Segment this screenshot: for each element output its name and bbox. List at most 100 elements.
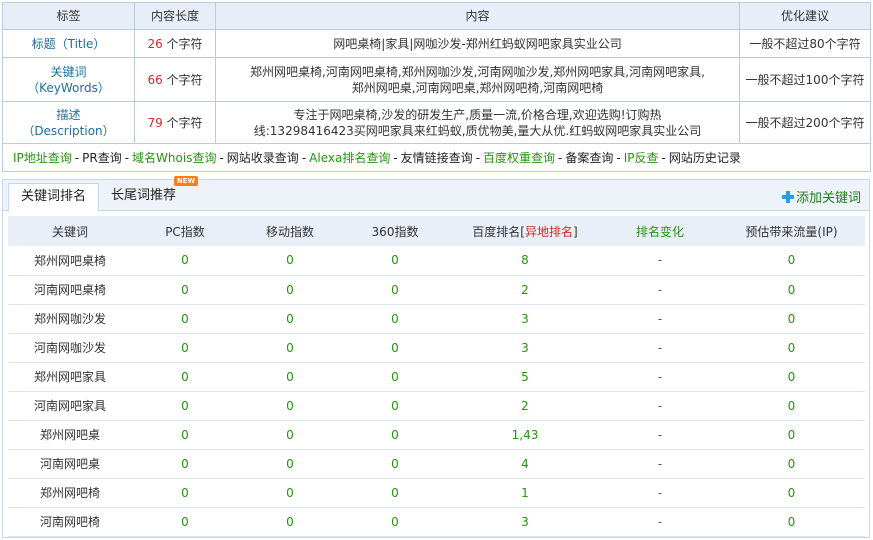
baidu-rank-cell: 1 <box>448 478 602 508</box>
query-link[interactable]: Alexa排名查询 <box>309 151 390 165</box>
col-pc-index: PC指数 <box>132 216 238 246</box>
col-360-index: 360指数 <box>342 216 448 246</box>
index-360-cell: 0 <box>342 246 448 276</box>
ranking-header-row: 关键词 PC指数 移动指数 360指数 百度排名[异地排名] 排名变化 预估带来… <box>8 216 865 246</box>
baidu-rank-cell: 2 <box>448 391 602 421</box>
table-row: 河南网吧桌椅 0 0 0 2-0 <box>8 275 865 305</box>
index-360-cell: 0 <box>342 304 448 334</box>
keyword-panel: 关键词排名 长尾词推荐 NEW 添加关键词 关键词 PC指数 移动指数 360指… <box>2 176 870 538</box>
link-separator: - <box>301 150 307 165</box>
query-link[interactable]: 百度权重查询 <box>483 151 555 165</box>
link-separator: - <box>661 150 666 165</box>
keywords-advice: 一般不超过100个字符 <box>739 57 871 102</box>
keyword-cell: 郑州网吧椅 <box>8 478 132 508</box>
query-link[interactable]: IP地址查询 <box>13 151 72 165</box>
description-label: 描述 （Description） <box>2 101 135 144</box>
pc-index-cell: 0 <box>132 333 238 363</box>
traffic-cell: 0 <box>718 333 865 363</box>
keyword-cell: 河南网吧椅 <box>8 507 132 537</box>
query-links: IP地址查询 - PR查询 - 域名Whois查询 - 网站收录查询 - Alexa排名查询 - 友… <box>2 143 871 172</box>
keywords-content-line1: 郑州网吧桌椅,河南网吧桌椅,郑州网咖沙发,河南网咖沙发,郑州网吧家具,河南网吧家… <box>250 64 705 79</box>
rank-change-cell: - <box>602 246 718 276</box>
title-length-value: 26 <box>147 36 163 51</box>
query-link[interactable]: 网站历史记录 <box>669 151 741 165</box>
traffic-cell: 0 <box>718 362 865 392</box>
table-row: 郑州网吧桌 0 0 0 1,43-0 <box>8 420 865 450</box>
pc-index-cell: 0 <box>132 420 238 450</box>
pc-index-cell: 0 <box>132 507 238 537</box>
table-row: 郑州网吧椅 0 0 0 1-0 <box>8 478 865 508</box>
pc-index-cell: 0 <box>132 478 238 508</box>
rank-change-cell: - <box>602 478 718 508</box>
link-separator: - <box>393 150 398 165</box>
pc-index-cell: 0 <box>132 362 238 392</box>
keyword-cell: 河南网吧家具 <box>8 391 132 421</box>
header-label: 标签 <box>2 2 135 30</box>
mobile-index-cell: 0 <box>238 333 342 363</box>
query-link[interactable]: 网站收录查询 <box>227 151 299 165</box>
keywords-label: 关键词 （KeyWords） <box>2 57 135 102</box>
baidu-rank-prefix: 百度排名[ <box>472 224 525 239</box>
meta-row-description: 描述 （Description） 79 个字符 专注于网吧桌椅,沙发的研发生产,… <box>2 101 871 144</box>
add-keyword-button[interactable]: 添加关键词 <box>781 187 861 206</box>
tab-keyword-ranking[interactable]: 关键词排名 <box>8 183 100 212</box>
index-360-cell: 0 <box>342 478 448 508</box>
keyword-cell: 郑州网吧桌 <box>8 420 132 450</box>
rank-change-link[interactable]: 排名变化 <box>636 225 684 239</box>
description-advice: 一般不超过200个字符 <box>739 101 871 144</box>
title-label: 标题（Title） <box>2 29 135 58</box>
description-label-line1: 描述 <box>56 107 81 122</box>
plus-icon <box>781 191 794 203</box>
keyword-cell: 河南网吧桌 <box>8 449 132 479</box>
traffic-cell: 0 <box>718 304 865 334</box>
table-row: 河南网吧桌 0 0 0 4-0 <box>8 449 865 479</box>
query-link[interactable]: PR查询 <box>82 151 122 165</box>
keywords-content-line2: 郑州网吧桌,河南网吧桌,郑州网吧椅,河南网吧椅 <box>351 80 604 95</box>
traffic-cell: 0 <box>718 507 865 537</box>
header-length: 内容长度 <box>134 2 216 30</box>
link-separator: - <box>558 150 563 165</box>
rank-change-cell: - <box>602 420 718 450</box>
tab-bar: 关键词排名 长尾词推荐 NEW 添加关键词 <box>3 176 869 212</box>
remote-rank-link[interactable]: 异地排名 <box>525 225 573 239</box>
rank-change-cell: - <box>602 275 718 305</box>
mobile-index-cell: 0 <box>238 478 342 508</box>
meta-row-title: 标题（Title） 26 个字符 网吧桌椅|家具|网咖沙发-郑州红蚂蚁网吧家具实… <box>2 29 871 58</box>
mobile-index-cell: 0 <box>238 449 342 479</box>
query-link[interactable]: 备案查询 <box>565 151 613 165</box>
index-360-cell: 0 <box>342 275 448 305</box>
meta-row-keywords: 关键词 （KeyWords） 66 个字符 郑州网吧桌椅,河南网吧桌椅,郑州网咖… <box>2 57 871 102</box>
baidu-rank-cell: 3 <box>448 507 602 537</box>
traffic-cell: 0 <box>718 478 865 508</box>
traffic-cell: 0 <box>718 275 865 305</box>
traffic-cell: 0 <box>718 391 865 421</box>
query-link[interactable]: 域名Whois查询 <box>132 151 216 165</box>
rank-change-cell: - <box>602 304 718 334</box>
pc-index-cell: 0 <box>132 246 238 276</box>
keyword-cell: 河南网吧桌椅 <box>8 275 132 305</box>
baidu-rank-cell: 2 <box>448 275 602 305</box>
keywords-length-unit: 个字符 <box>166 72 203 87</box>
query-link[interactable]: 友情链接查询 <box>401 151 473 165</box>
baidu-rank-cell: 3 <box>448 333 602 363</box>
col-keyword: 关键词 <box>8 216 132 246</box>
table-row: 河南网吧椅 0 0 0 3-0 <box>8 507 865 537</box>
tab-longtail[interactable]: 长尾词推荐 <box>99 183 188 211</box>
keywords-label-line1: 关键词 <box>50 64 87 79</box>
traffic-cell: 0 <box>718 449 865 479</box>
index-360-cell: 0 <box>342 420 448 450</box>
table-row: 郑州网咖沙发 0 0 0 3-0 <box>8 304 865 334</box>
index-360-cell: 0 <box>342 449 448 479</box>
header-content: 内容 <box>215 2 740 30</box>
pc-index-cell: 0 <box>132 304 238 334</box>
link-separator: - <box>616 150 621 165</box>
add-keyword-label: 添加关键词 <box>795 191 861 206</box>
query-link[interactable]: IP反查 <box>624 151 659 165</box>
baidu-rank-cell: 1,43 <box>448 420 602 450</box>
rank-change-cell: - <box>602 449 718 479</box>
description-label-line2: （Description） <box>22 123 115 138</box>
col-traffic: 预估带来流量(IP) <box>718 216 865 246</box>
traffic-cell: 0 <box>718 246 865 276</box>
pc-index-cell: 0 <box>132 275 238 305</box>
mobile-index-cell: 0 <box>238 362 342 392</box>
